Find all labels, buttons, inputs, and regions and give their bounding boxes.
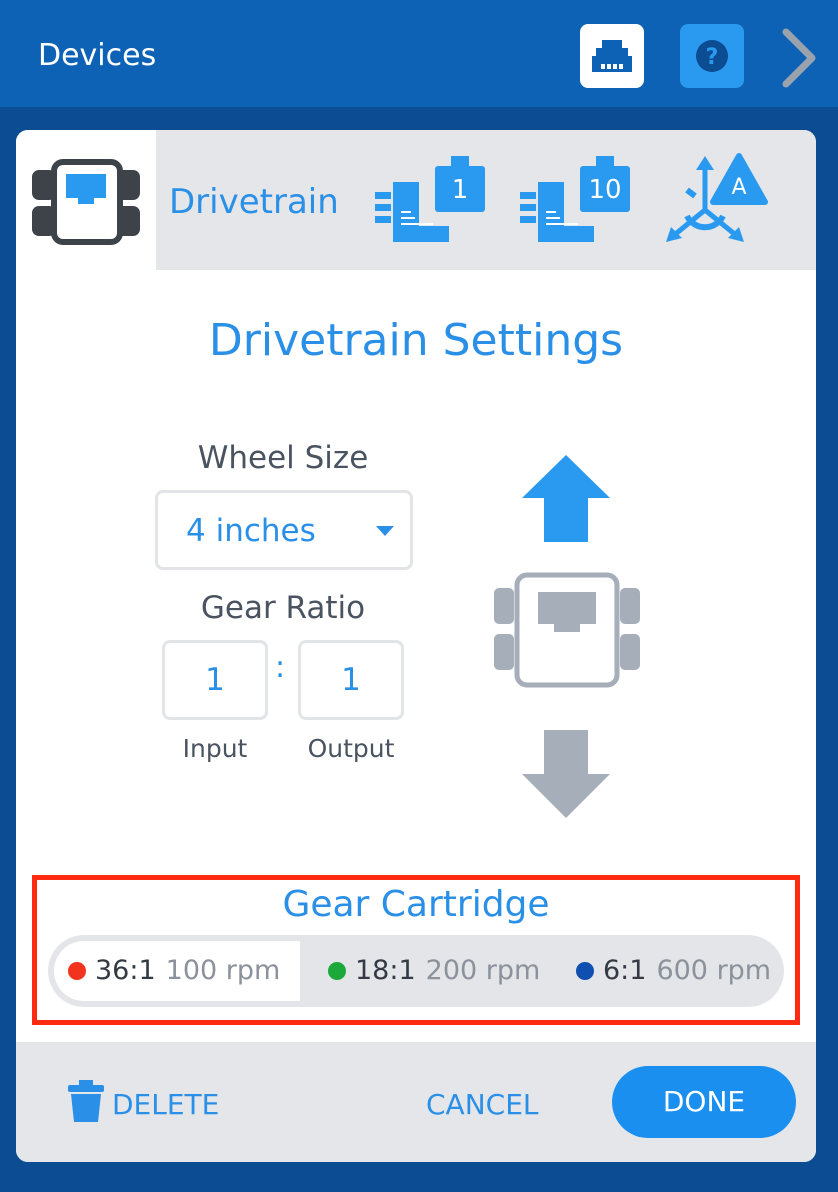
drivetrain-icon — [32, 159, 140, 245]
device-tabbar: Drivetrain 1 10 A — [16, 130, 816, 270]
gear-ratio-output-field[interactable]: 1 — [298, 640, 404, 720]
gear-ratio-input-field[interactable]: 1 — [162, 640, 268, 720]
inertial-port-badge: A — [731, 175, 746, 200]
tab-motor-port-1[interactable]: 1 — [371, 152, 491, 248]
reverse-arrow-icon — [522, 730, 610, 818]
top-bar: Devices ? — [0, 0, 838, 110]
done-button[interactable]: DONE — [612, 1066, 796, 1138]
wheel-size-label: Wheel Size — [197, 440, 369, 476]
tab-inertial-sensor[interactable]: A — [661, 152, 776, 248]
motor-icon: 1 — [375, 156, 485, 242]
motor-icon: 10 — [520, 156, 630, 242]
gear-ratio-label: Gear Ratio — [200, 590, 366, 626]
motor-1-port-badge: 1 — [452, 175, 469, 205]
highlight-box — [32, 875, 800, 1025]
trash-icon — [68, 1080, 104, 1122]
help-button[interactable]: ? — [680, 24, 744, 88]
settings-title: Drivetrain Settings — [208, 315, 624, 366]
ethernet-port-icon — [592, 40, 632, 72]
delete-button[interactable]: DELETE — [66, 1078, 236, 1128]
chevron-right-icon[interactable] — [778, 26, 822, 90]
drivetrain-panel: Drivetrain 1 10 A Drivetrain Settings Wh… — [16, 130, 816, 1162]
cancel-button[interactable]: CANCEL — [426, 1088, 539, 1121]
robot-direction-diagram — [494, 455, 640, 818]
tab-drivetrain-label[interactable]: Drivetrain — [169, 182, 339, 222]
page-title: Devices — [38, 38, 157, 73]
caret-down-icon — [376, 526, 394, 536]
output-label: Output — [307, 734, 395, 763]
port-button[interactable] — [580, 24, 644, 88]
input-label: Input — [182, 734, 248, 763]
svg-text:?: ? — [706, 45, 719, 70]
tab-drivetrain[interactable] — [16, 130, 156, 270]
wheel-size-value: 4 inches — [186, 513, 316, 549]
action-footer: DELETE CANCEL DONE — [16, 1042, 816, 1162]
motor-10-port-badge: 10 — [588, 175, 621, 205]
tab-motor-port-10[interactable]: 10 — [516, 152, 636, 248]
wheel-size-dropdown[interactable]: 4 inches — [155, 490, 413, 570]
ratio-separator: : — [275, 650, 286, 685]
delete-label: DELETE — [112, 1088, 220, 1121]
help-icon: ? — [696, 40, 728, 72]
forward-arrow-icon — [522, 455, 610, 542]
inertial-sensor-icon: A — [666, 153, 768, 242]
